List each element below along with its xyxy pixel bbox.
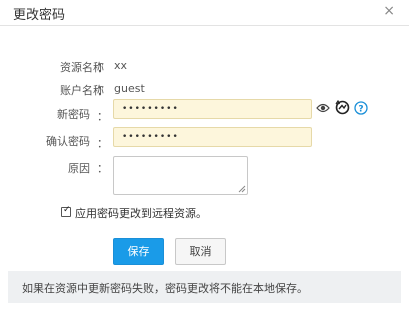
apply-remote-checkbox[interactable]: ✓ (61, 205, 71, 217)
help-icon[interactable]: ? (354, 101, 368, 115)
notice-bar: 如果在资源中更新密码失败，密码更改将不能在本地保存。 (8, 271, 401, 303)
resource-name-value: xx (114, 59, 128, 72)
resize-handle-icon[interactable] (238, 185, 246, 193)
colon: ： (97, 61, 108, 74)
colon: ： (97, 84, 108, 97)
new-password-label: 新密码 (57, 108, 90, 121)
apply-remote-label[interactable]: 应用密码更改到远程资源。 (75, 205, 207, 221)
notice-text: 如果在资源中更新密码失败，密码更改将不能在本地保存。 (22, 282, 308, 295)
account-name-label: 账户名称 (60, 84, 104, 97)
colon: ： (97, 137, 108, 150)
dialog-title: 更改密码 (13, 8, 66, 23)
close-icon[interactable]: × (383, 3, 395, 19)
confirm-password-input[interactable]: ••••••••• (113, 127, 312, 147)
reason-textarea[interactable] (113, 156, 248, 195)
dialog-header: 更改密码 × (0, 0, 409, 26)
new-password-input[interactable]: ••••••••• (113, 99, 312, 119)
confirm-password-label: 确认密码 (46, 135, 90, 148)
resource-name-label: 资源名称 (60, 61, 104, 74)
colon: ： (97, 162, 108, 175)
svg-text:?: ? (358, 105, 363, 115)
eye-icon[interactable] (316, 102, 330, 114)
checkmark-icon: ✓ (63, 205, 71, 215)
reason-label: 原因 (68, 162, 90, 175)
colon: ： (97, 110, 108, 123)
account-name-value: guest (114, 82, 145, 95)
cancel-button[interactable]: 取消 (175, 238, 226, 265)
password-generator-icon[interactable] (335, 100, 350, 115)
save-button[interactable]: 保存 (113, 238, 164, 265)
